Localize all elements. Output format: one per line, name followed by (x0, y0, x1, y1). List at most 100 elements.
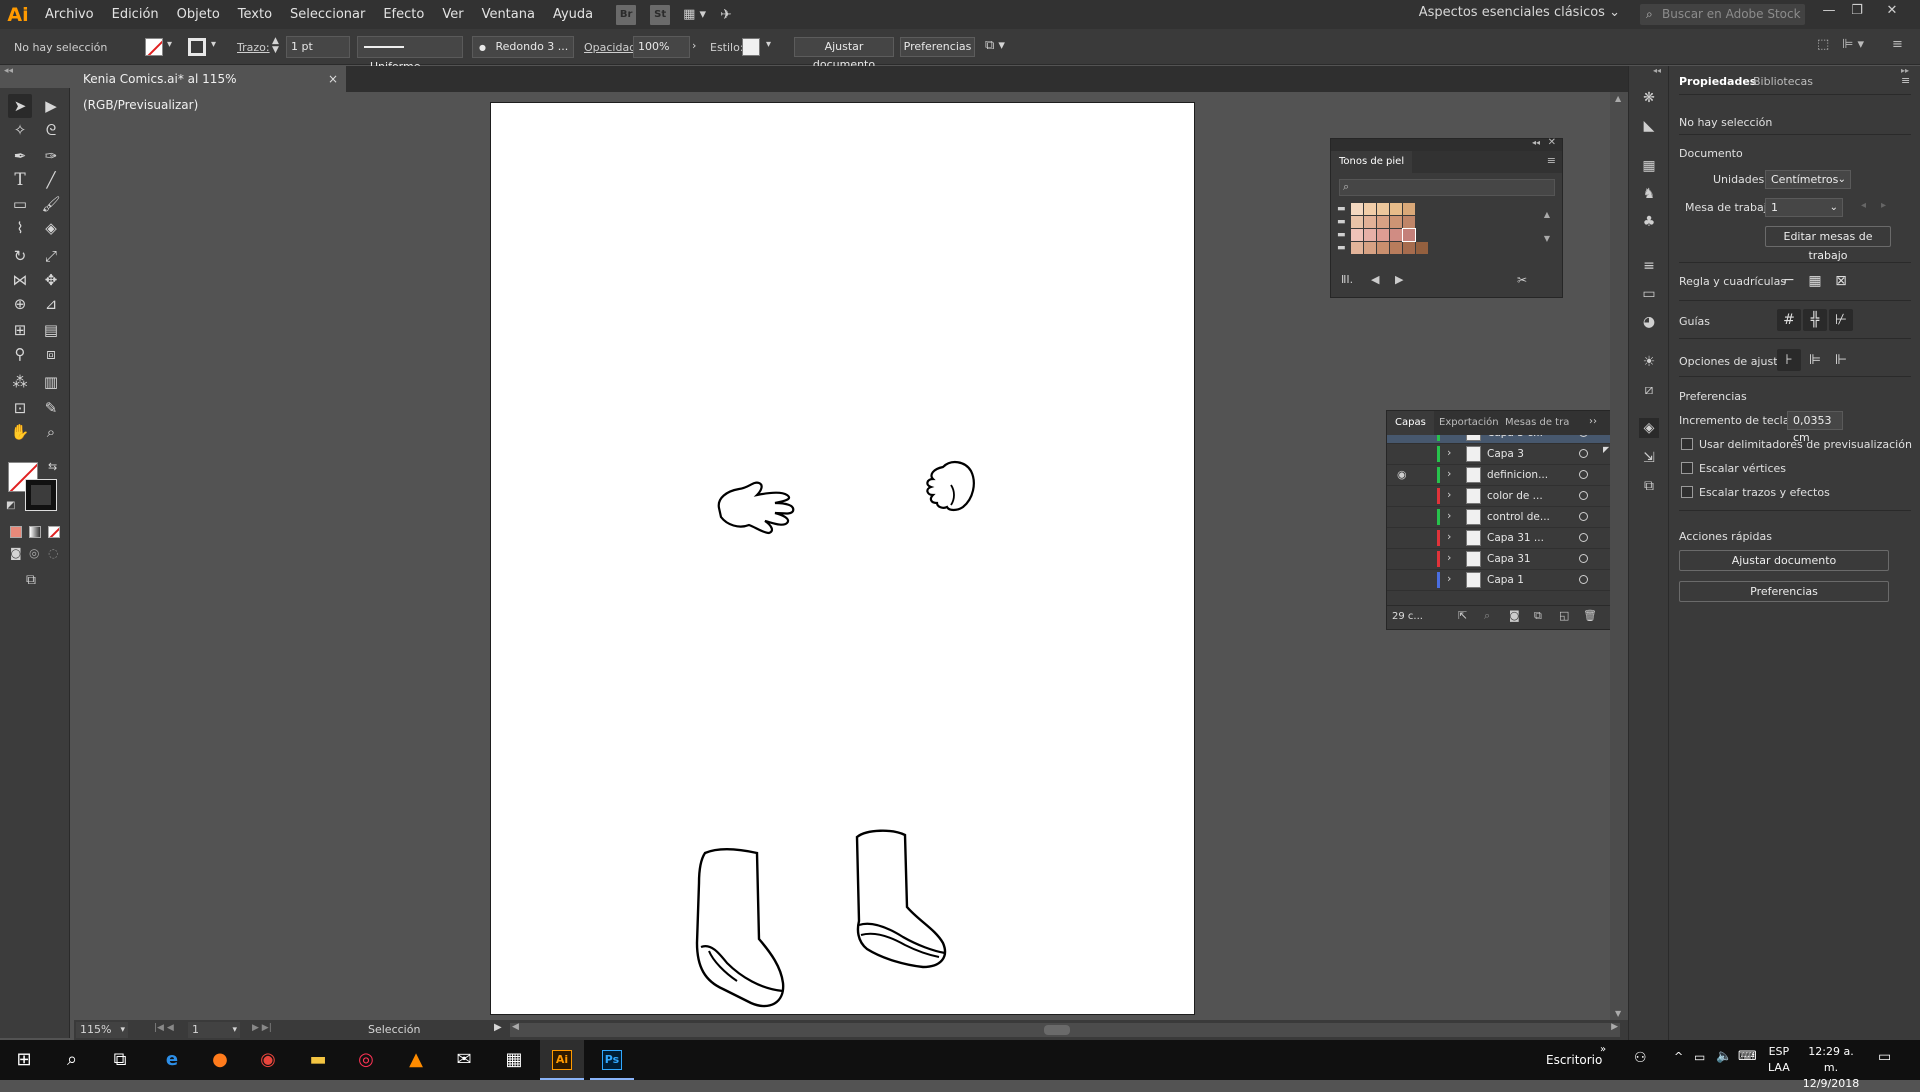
artboard-dropdown[interactable]: 1 ⌄ (1765, 198, 1843, 217)
bridge-button[interactable]: Br (616, 4, 637, 25)
selection-tool-icon[interactable]: ➤ (8, 94, 32, 118)
rotate-tool-icon[interactable]: ↻ (8, 244, 32, 268)
blend-tool-icon[interactable]: ⧈ (39, 342, 63, 366)
skin-swatch[interactable] (1351, 229, 1363, 241)
scale-tool-icon[interactable]: ⤢ (39, 244, 63, 268)
toolbar-overflow-icon[interactable]: » (1600, 1044, 1606, 1055)
layer-row[interactable]: ◉ › definicion... (1387, 465, 1615, 486)
rulers-icon[interactable]: ⌐ (1777, 270, 1801, 292)
edit-artboards-button[interactable]: Editar mesas de trabajo (1765, 226, 1891, 262)
collapse-panel-icon[interactable]: ◂◂ (1532, 138, 1540, 147)
skin-swatch[interactable] (1377, 242, 1389, 254)
chevron-down-icon[interactable]: ▾ (167, 39, 172, 50)
volume-icon[interactable]: 🔈 (1716, 1049, 1732, 1064)
skin-swatch[interactable] (1377, 203, 1389, 215)
layers-icon[interactable]: ◈ (1639, 418, 1659, 438)
expand-tabs-icon[interactable]: ›› (1589, 416, 1597, 427)
previous-arrow-icon[interactable]: ◀ (1371, 273, 1379, 286)
gpu-performance-icon[interactable]: ✈ (720, 7, 732, 23)
type-tool-icon[interactable]: T (8, 168, 32, 192)
layer-row[interactable]: › control de... (1387, 507, 1615, 528)
skin-swatch[interactable] (1390, 229, 1402, 241)
menu-item[interactable]: Ver (433, 0, 472, 29)
eraser-tool-icon[interactable]: ◈ (39, 216, 63, 240)
lock-guides-icon[interactable]: ╬ (1803, 309, 1827, 331)
layer-row[interactable]: › Capa 3 (1387, 444, 1615, 465)
collapse-toolbar-icon[interactable]: ◂◂ (4, 66, 13, 76)
task-view-icon[interactable]: ⧉ (100, 1044, 140, 1076)
search-icon[interactable]: ⌕ (52, 1044, 92, 1076)
lock-toggle[interactable] (1417, 467, 1431, 483)
skin-swatch[interactable] (1390, 203, 1402, 215)
stroke-color-box[interactable] (25, 479, 57, 511)
chevron-down-icon[interactable]: ▾ (766, 39, 771, 50)
hand-tool-icon[interactable]: ✋ (8, 420, 32, 444)
units-dropdown[interactable]: Centímetros ⌄ (1765, 170, 1851, 189)
layer-row[interactable]: › Capa 31 (1387, 549, 1615, 570)
target-circle-icon[interactable] (1579, 470, 1588, 479)
minimize-button[interactable]: — (1815, 0, 1843, 22)
skin-swatch[interactable] (1403, 216, 1415, 228)
firefox-icon[interactable]: ● (200, 1044, 240, 1076)
close-button[interactable]: ✕ (1878, 0, 1906, 22)
swatches-icon[interactable]: ▦ (1639, 156, 1659, 176)
draw-behind-icon[interactable]: ◎ (29, 546, 39, 560)
skin-swatch[interactable] (1364, 203, 1376, 215)
tab-layers[interactable]: Capas (1387, 411, 1434, 435)
fit-document-button[interactable]: Ajustar documento (794, 37, 894, 71)
slice-tool-icon[interactable]: ✎ (39, 396, 63, 420)
skin-swatch[interactable] (1403, 203, 1415, 215)
lock-toggle[interactable] (1417, 509, 1431, 525)
skin-swatch[interactable] (1390, 216, 1402, 228)
quick-preferences-button[interactable]: Preferencias (1679, 581, 1889, 602)
puppet-warp-tool-icon[interactable]: ✥ (39, 268, 63, 292)
target-circle-icon[interactable] (1579, 512, 1588, 521)
layer-row[interactable]: › color de ... (1387, 486, 1615, 507)
menu-item[interactable]: Objeto (168, 0, 229, 29)
panel-menu-icon[interactable]: ≡ (1901, 74, 1910, 87)
shaper-tool-icon[interactable]: ⌇ (8, 216, 32, 240)
swatch-scrollbar[interactable]: ▲ ▼ (1541, 203, 1553, 257)
arrange-icon[interactable]: ⧉ ▾ (985, 38, 1005, 53)
status-menu-arrow-icon[interactable]: ▶ (494, 1022, 502, 1033)
layer-row[interactable]: › Capa 3 c... (1387, 435, 1615, 444)
target-circle-icon[interactable] (1579, 449, 1588, 458)
target-circle-icon[interactable] (1579, 435, 1588, 437)
locate-object-icon[interactable]: ⌕ (1484, 609, 1490, 623)
tray-overflow-icon[interactable]: ^ (1674, 1050, 1683, 1063)
curvature-tool-icon[interactable]: ✑ (39, 144, 63, 168)
stroke-weight-field[interactable]: 1 pt (286, 36, 350, 58)
skin-swatch[interactable] (1377, 229, 1389, 241)
stepper-icon[interactable]: ▲ ▼ (272, 37, 279, 55)
people-icon[interactable]: ⚇ (1634, 1050, 1647, 1066)
disconnect-icon[interactable]: ✂ (1517, 273, 1527, 287)
smart-guides-icon[interactable]: ⊬ (1829, 309, 1853, 331)
symbol-sprayer-tool-icon[interactable]: ⁂ (8, 370, 32, 394)
chevron-right-icon[interactable]: › (1447, 551, 1451, 564)
default-colors-icon[interactable]: ◩ (6, 500, 15, 511)
stock-button[interactable]: St (650, 4, 671, 25)
skin-swatch[interactable] (1390, 242, 1402, 254)
color-guide-icon[interactable]: ❋ (1639, 88, 1659, 108)
lock-toggle[interactable] (1417, 530, 1431, 546)
close-panel-icon[interactable]: ✕ (1548, 137, 1556, 148)
skin-swatch[interactable] (1351, 203, 1363, 215)
vertical-scrollbar[interactable]: ▲ ▼ (1610, 92, 1628, 1020)
horizontal-scrollbar[interactable]: ◀ ▶ (510, 1022, 1620, 1037)
grid-icon[interactable]: ▦ (1803, 270, 1827, 292)
line-tool-icon[interactable]: ╱ (39, 168, 63, 192)
document-tab[interactable]: Kenia Comics.ai* al 115% (RGB/Previsuali… (74, 66, 346, 112)
clipping-mask-icon[interactable]: ◙ (1509, 609, 1520, 622)
show-guides-icon[interactable]: # (1777, 309, 1801, 331)
notifications-icon[interactable]: ▭ (1878, 1049, 1891, 1065)
skin-tones-tab[interactable]: Tonos de piel (1331, 151, 1413, 173)
layer-row[interactable]: › Capa 31 ... (1387, 528, 1615, 549)
snap-to-point-icon[interactable]: ⊦ (1777, 349, 1801, 371)
swatch-libraries-icon[interactable]: ⅡⅠ. (1341, 273, 1353, 286)
color-mode-icon[interactable] (10, 526, 22, 538)
mail-icon[interactable]: ✉ (444, 1044, 484, 1076)
variable-width-profile[interactable]: Uniforme (357, 36, 463, 73)
keyboard-increment-field[interactable]: 0,0353 cm (1787, 411, 1843, 444)
calculator-icon[interactable]: ▦ (494, 1044, 534, 1076)
artboard[interactable] (490, 102, 1195, 1015)
